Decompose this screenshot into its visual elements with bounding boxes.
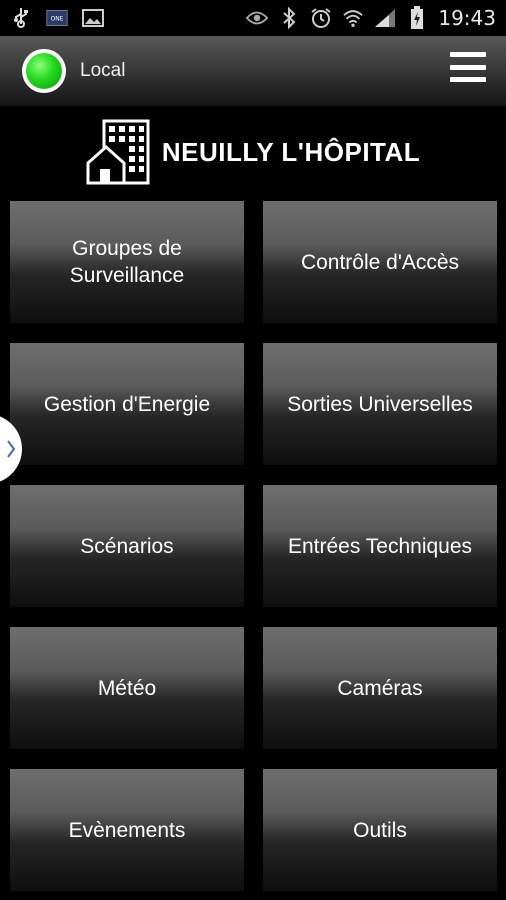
tile-label: Caméras bbox=[337, 676, 423, 700]
tile-label: Outils bbox=[353, 818, 407, 842]
tile-cameras[interactable]: Caméras bbox=[263, 627, 497, 749]
wifi-icon bbox=[342, 7, 364, 29]
eye-icon bbox=[246, 7, 269, 29]
tile-scenarios[interactable]: Scénarios bbox=[10, 485, 244, 607]
site-title: NEUILLY L'HÔPITAL bbox=[161, 136, 421, 167]
tile-entrees-techniques[interactable]: Entrées Techniques bbox=[263, 485, 497, 607]
tile-label: Entrées Techniques bbox=[287, 534, 473, 558]
tile-label: Evènements bbox=[68, 818, 186, 842]
app-notification-icon: ONE bbox=[46, 7, 68, 29]
connection-status-icon[interactable] bbox=[22, 49, 66, 93]
status-bar: ONE 19:43 bbox=[0, 0, 506, 36]
site-header: NEUILLY L'HÔPITAL bbox=[0, 106, 506, 198]
svg-text:ONE: ONE bbox=[51, 17, 64, 23]
tile-evenements[interactable]: Evènements bbox=[10, 769, 244, 891]
tile-label: Gestion d'Energie bbox=[43, 392, 211, 416]
tile-groupes-de-surveillance[interactable]: Groupes de Surveillance bbox=[10, 201, 244, 323]
tile-label: Sorties Universelles bbox=[287, 392, 473, 416]
building-house-icon bbox=[86, 119, 150, 185]
tile-outils[interactable]: Outils bbox=[263, 769, 497, 891]
tile-controle-d-acces[interactable]: Contrôle d'Accès bbox=[263, 201, 497, 323]
chevron-right-icon bbox=[7, 440, 16, 458]
signal-icon bbox=[374, 7, 396, 29]
alarm-icon bbox=[310, 7, 332, 29]
tile-meteo[interactable]: Météo bbox=[10, 627, 244, 749]
tile-gestion-d-energie[interactable]: Gestion d'Energie bbox=[10, 343, 244, 465]
usb-icon bbox=[10, 7, 32, 29]
tile-label: Contrôle d'Accès bbox=[300, 250, 460, 274]
clock-time: 19:43 bbox=[438, 6, 496, 30]
tile-label: Groupes de Surveillance bbox=[69, 237, 185, 287]
image-icon bbox=[82, 7, 104, 29]
tile-label: Scénarios bbox=[80, 534, 174, 558]
app-header: Local bbox=[0, 36, 506, 106]
battery-charging-icon bbox=[406, 6, 428, 29]
hamburger-menu-icon[interactable] bbox=[450, 52, 486, 82]
tile-sorties-universelles[interactable]: Sorties Universelles bbox=[263, 343, 497, 465]
bluetooth-icon bbox=[278, 7, 300, 29]
tile-label: Météo bbox=[97, 676, 157, 700]
connection-label: Local bbox=[80, 60, 126, 81]
